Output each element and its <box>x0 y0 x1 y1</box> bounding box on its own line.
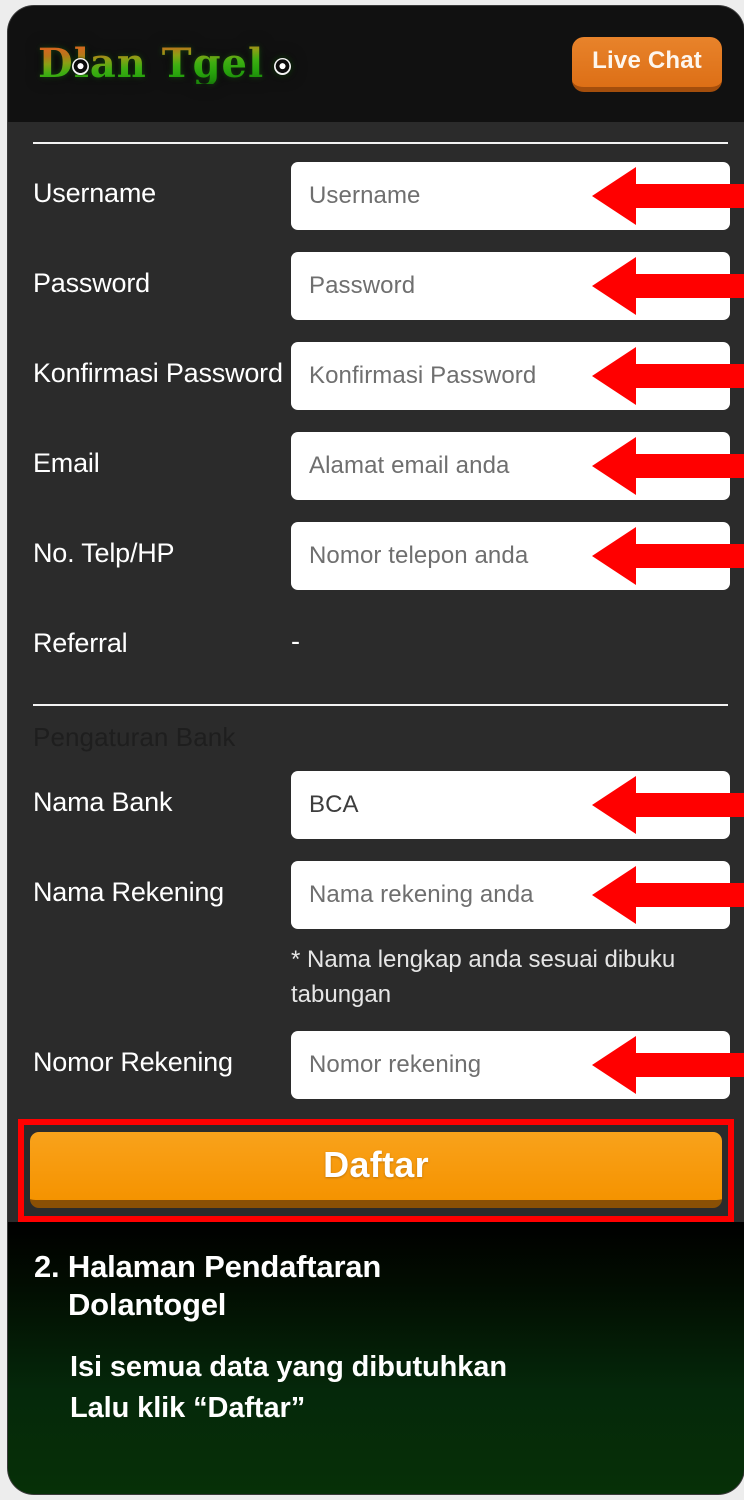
field-label: No. Telp/HP <box>33 538 175 568</box>
field-row: Konfirmasi Password Konfirmasi Password <box>8 342 744 414</box>
field-row: Nama Rekening Nama rekening anda <box>8 861 744 933</box>
input-username[interactable]: Username <box>291 162 730 230</box>
site-header: Dlan Tgel Live Chat <box>8 6 744 122</box>
divider-bank <box>33 704 728 706</box>
caption-title: 2. Halaman Pendaftaran Dolantogel <box>34 1248 724 1325</box>
field-static-value: - <box>291 626 300 656</box>
field-label: Referral <box>33 628 128 658</box>
eye-icon <box>274 58 291 75</box>
caption-body: Isi semua data yang dibutuhkan Lalu klik… <box>30 1347 724 1429</box>
input-no-telp-hp[interactable]: Nomor telepon anda <box>291 522 730 590</box>
input-nama-bank[interactable]: BCA <box>291 771 730 839</box>
field-row: Nomor Rekening Nomor rekening <box>8 1030 744 1103</box>
registration-form: Username Username Password Password Konfirma… <box>8 142 744 1222</box>
screenshot-root: Dlan Tgel Live Chat Username Username Pass… <box>0 0 744 1500</box>
caption-title-text: Halaman Pendaftaran <box>67 1249 382 1284</box>
field-row: Referral - <box>8 612 744 684</box>
field-row: Nama Bank BCA <box>8 771 744 843</box>
field-label: Konfirmasi Password <box>33 358 283 388</box>
bank-section-title: Pengaturan Bank <box>33 722 236 752</box>
divider-top <box>33 142 728 144</box>
caption-line-2: Lalu klik “Daftar” <box>70 1392 306 1425</box>
field-label: Nama Bank <box>33 787 173 817</box>
input-email[interactable]: Alamat email anda <box>291 432 730 500</box>
caption-step-number: 2. <box>34 1249 60 1284</box>
eye-icon <box>72 58 89 75</box>
field-row: No. Telp/HP Nomor telepon anda <box>8 522 744 594</box>
brand-logo-text-part3: gel <box>192 40 265 87</box>
nama-rekening-helper-note: * Nama lengkap anda sesuai dibuku tabung… <box>291 946 676 1008</box>
input-konfirmasi-password[interactable]: Konfirmasi Password <box>291 342 730 410</box>
caption-title-line2: Dolantogel <box>68 1287 227 1323</box>
bank-field-group: Nama Bank BCA Nama Rekening Nama rekening a… <box>8 771 744 1103</box>
input-nomor-rekening[interactable]: Nomor rekening <box>291 1030 730 1099</box>
daftar-submit-button[interactable]: Daftar <box>30 1131 722 1208</box>
field-label: Password <box>33 268 150 298</box>
brand-logo-dolan-togel[interactable]: Dlan Tgel <box>32 44 291 84</box>
input-password[interactable]: Password <box>291 252 730 320</box>
submit-highlight-box: Daftar <box>18 1118 734 1222</box>
field-label: Nama Rekening <box>33 877 225 907</box>
caption-line-1: Isi semua data yang dibutuhkan <box>70 1350 507 1383</box>
main-field-group: Username Username Password Password Konfirma… <box>8 162 744 684</box>
brand-logo-text-part2: lan T <box>73 40 193 87</box>
input-nama-rekening[interactable]: Nama rekening anda <box>291 861 730 929</box>
field-row: Password Password <box>8 252 744 324</box>
registration-card: Dlan Tgel Live Chat Username Username Pass… <box>8 6 744 1494</box>
field-label: Email <box>33 448 100 478</box>
field-row: Username Username <box>8 162 744 234</box>
brand-logo-text-part1: D <box>38 40 74 87</box>
field-label: Username <box>33 178 156 208</box>
instruction-caption: 2. Halaman Pendaftaran Dolantogel Isi se… <box>8 1222 744 1494</box>
field-label: Nomor Rekening <box>33 1046 233 1077</box>
field-row: Email Alamat email anda <box>8 432 744 504</box>
live-chat-button[interactable]: Live Chat <box>572 36 722 92</box>
